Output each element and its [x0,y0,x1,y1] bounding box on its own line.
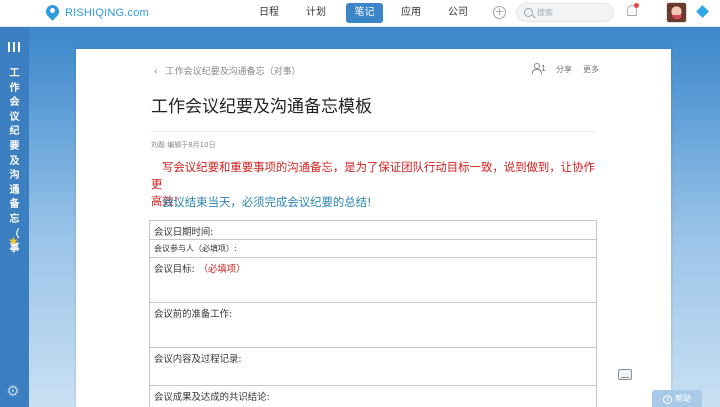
notification-dot [634,3,639,8]
help-button[interactable]: ? 帮助 [652,390,702,407]
chevron-left-icon[interactable]: ‹ [154,67,158,77]
top-navbar: RISHIQING.com 日程 计划 笔记 应用 公司 + [0,0,720,27]
search-box[interactable] [516,3,614,22]
notebook-list-icon[interactable] [8,42,20,52]
note-page: ‹ 工作会议纪要及沟通备忘（对事） 1 分享 更多 工作会议纪要及沟通备忘模板 刘… [76,49,671,407]
edit-meta: 刘磊 编辑于8月10日 [151,141,216,149]
breadcrumb[interactable]: ‹ 工作会议纪要及沟通备忘（对事） [154,64,301,77]
left-rail: 工 作 会 议 纪 要 及 沟 通 备 忘 （ 事 ★ ⚙ [0,27,29,407]
table-row[interactable]: 会议目标: （必填项） [150,258,596,303]
keyboard-icon[interactable] [618,369,632,380]
nav-item-company[interactable]: 公司 [445,3,471,23]
nav-item-calendar[interactable]: 日程 [256,3,282,23]
location-pin-icon [46,5,59,21]
logo[interactable]: RISHIQING.com [46,4,149,22]
question-icon: ? [663,395,672,404]
table-row[interactable]: 会议内容及过程记录: [150,348,596,386]
page-title: 工作会议纪要及沟通备忘模板 [151,97,372,117]
nav-item-plan[interactable]: 计划 [303,3,329,23]
table-row[interactable]: 会议前的准备工作: [150,303,596,348]
diamond-icon[interactable] [696,5,709,18]
logo-text: RISHIQING.com [65,7,149,19]
add-icon[interactable]: + [493,6,506,19]
share-button[interactable]: 分享 [556,64,572,75]
avatar[interactable] [666,2,687,23]
breadcrumb-label: 工作会议纪要及沟通备忘（对事） [165,67,301,77]
nav-item-apps[interactable]: 应用 [398,3,424,23]
member-count: 1 [541,64,547,73]
nav-item-notes[interactable]: 笔记 [346,3,383,23]
table-row[interactable]: 会议成果及达成的共识结论: [150,386,596,407]
table-row[interactable]: 会议参与人（必填项）: [150,240,596,258]
more-button[interactable]: 更多 [583,64,599,75]
gear-icon[interactable]: ⚙ [6,384,20,399]
star-icon[interactable]: ★ [8,235,19,247]
table-row[interactable]: 会议日期时间: [150,221,596,240]
search-input[interactable] [537,6,607,19]
intro-blue-text: 会议结束当天，必须完成会议纪要的总结! [162,195,372,209]
search-icon [524,8,533,17]
meeting-table[interactable]: 会议日期时间: 会议参与人（必填项）: 会议目标: （必填项） 会议前的准备工作:… [149,220,597,407]
notebook-vertical-title[interactable]: 工 作 会 议 纪 要 及 沟 通 备 忘 （ 事 [0,67,29,257]
divider [151,131,596,132]
